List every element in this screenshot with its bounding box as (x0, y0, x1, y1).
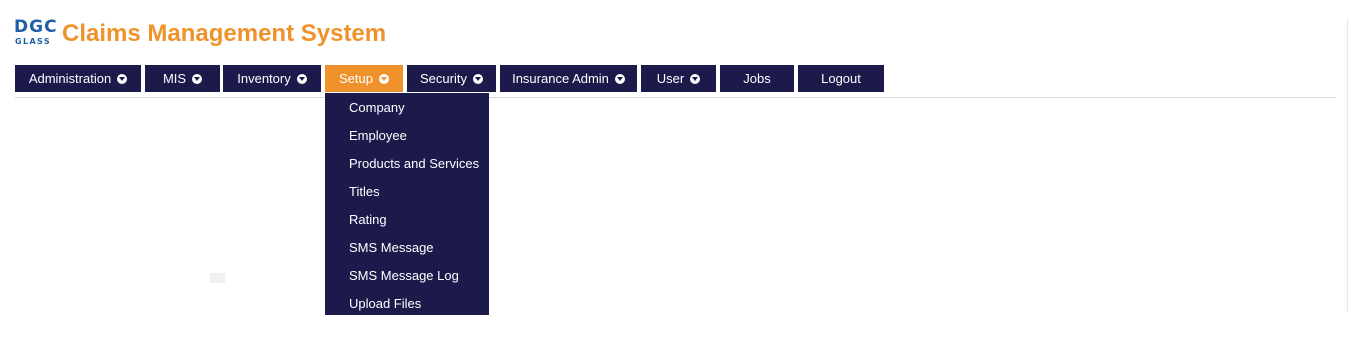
faint-block (210, 273, 225, 283)
menu-item-rating[interactable]: Rating (325, 206, 489, 234)
menu-item-sms-message-log[interactable]: SMS Message Log (325, 262, 489, 290)
chevron-down-icon (192, 73, 203, 84)
header-divider (15, 97, 1336, 98)
logo-text-top: DGC (14, 17, 58, 37)
nav-setup[interactable]: Setup (325, 65, 403, 92)
chevron-down-icon (117, 73, 128, 84)
nav-logout[interactable]: Logout (798, 65, 884, 92)
menu-item-products-and-services[interactable]: Products and Services (325, 150, 489, 178)
nav-label: Inventory (237, 71, 291, 86)
nav-label: Security (420, 71, 467, 86)
menu-item-titles[interactable]: Titles (325, 178, 489, 206)
chevron-down-icon (378, 73, 389, 84)
nav-insurance-admin[interactable]: Insurance Admin (500, 65, 637, 92)
chevron-down-icon (472, 73, 483, 84)
menu-item-upload-files[interactable]: Upload Files (325, 290, 489, 318)
chevron-down-icon (690, 73, 701, 84)
nav-label: Administration (28, 71, 112, 86)
nav-label: Jobs (743, 71, 771, 86)
nav-label: Setup (339, 71, 373, 86)
right-edge-line (1347, 18, 1348, 312)
menu-item-employee[interactable]: Employee (325, 122, 489, 150)
chevron-down-icon (614, 73, 625, 84)
nav-label: MIS (162, 71, 187, 86)
nav-label: User (656, 71, 685, 86)
menu-item-company[interactable]: Company (325, 94, 489, 122)
chevron-down-icon (296, 73, 307, 84)
nav-jobs[interactable]: Jobs (720, 65, 794, 92)
nav-inventory[interactable]: Inventory (223, 65, 321, 92)
app-title: Claims Management System (62, 20, 387, 47)
nav-user[interactable]: User (641, 65, 716, 92)
logo-text-bottom: GLASS (15, 37, 52, 46)
nav-mis[interactable]: MIS (145, 65, 220, 92)
nav-security[interactable]: Security (407, 65, 496, 92)
dgc-glass-logo: DGC GLASS (14, 19, 60, 49)
nav-label: Logout (821, 71, 861, 86)
nav-label: Insurance Admin (512, 71, 609, 86)
nav-administration[interactable]: Administration (15, 65, 141, 92)
setup-dropdown-menu: Company Employee Products and Services T… (325, 93, 489, 315)
menu-item-sms-message[interactable]: SMS Message (325, 234, 489, 262)
